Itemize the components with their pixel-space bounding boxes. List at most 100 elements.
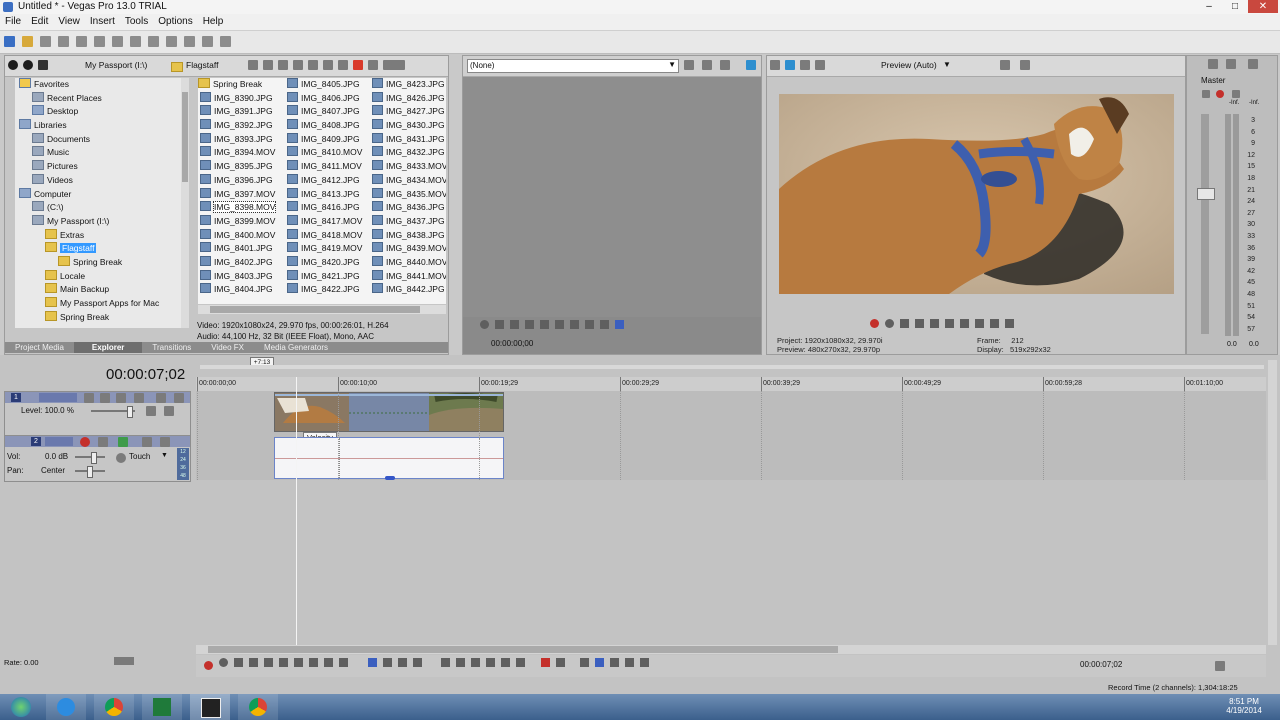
delete-icon[interactable] — [441, 658, 451, 667]
file-item[interactable]: IMG_8408.JPG — [285, 119, 371, 133]
automation-touch-icon[interactable] — [116, 453, 126, 463]
trimmer-close-icon[interactable] — [720, 60, 730, 70]
forward-icon[interactable] — [23, 60, 33, 70]
pause-icon[interactable] — [525, 320, 534, 330]
tree-item[interactable]: My Passport (I:\) — [15, 214, 181, 229]
go-to-start-icon[interactable] — [294, 658, 303, 667]
loop-playback-icon[interactable] — [219, 658, 228, 667]
video-track-solo-icon[interactable] — [174, 393, 184, 403]
loop-icon[interactable] — [480, 320, 489, 330]
video-track-mask-icon[interactable] — [146, 406, 156, 416]
chevron-down-icon[interactable] — [38, 60, 48, 70]
path-folder[interactable]: Flagstaff — [186, 60, 218, 70]
auto-preview-icon[interactable] — [368, 60, 378, 70]
tree-item[interactable]: Main Backup — [15, 283, 181, 297]
play-icon[interactable] — [510, 320, 519, 330]
auto-ripple-icon[interactable] — [610, 658, 620, 667]
tree-item[interactable]: Computer — [15, 187, 181, 202]
file-item[interactable]: IMG_8439.MOV — [370, 242, 446, 256]
file-item[interactable]: IMG_8399.MOV — [198, 214, 284, 229]
chrome-window-icon[interactable] — [238, 694, 278, 720]
marker-bar[interactable] — [200, 365, 1264, 369]
next-frame-icon[interactable] — [570, 320, 579, 330]
file-item[interactable]: IMG_8435.MOV — [370, 187, 446, 202]
file-item[interactable]: IMG_8416.JPG — [285, 201, 371, 215]
tab-media-generators[interactable]: Media Generators — [254, 342, 338, 353]
add-to-favorites-icon[interactable] — [308, 60, 318, 70]
pause-icon[interactable] — [264, 658, 273, 667]
file-item[interactable]: IMG_8419.MOV — [285, 242, 371, 256]
tree-item[interactable]: Extras — [15, 228, 181, 243]
master-fader-track[interactable] — [1201, 114, 1209, 334]
save-as-icon[interactable] — [58, 36, 69, 47]
file-item[interactable]: IMG_8420.JPG — [285, 255, 371, 270]
new-folder-icon[interactable] — [293, 60, 303, 70]
overlays-icon[interactable] — [815, 60, 825, 70]
file-item[interactable]: IMG_8437.JPG — [370, 214, 446, 229]
tree-item[interactable]: Spring Break — [15, 255, 181, 270]
timeline-empty-area[interactable] — [196, 480, 1266, 648]
file-item[interactable]: IMG_8413.JPG — [285, 187, 371, 202]
record-icon[interactable] — [870, 319, 879, 329]
file-item[interactable]: IMG_8434.MOV — [370, 173, 446, 188]
audio-pan-slider[interactable] — [75, 466, 105, 478]
back-icon[interactable] — [8, 60, 18, 70]
record-icon[interactable] — [204, 661, 213, 670]
envelope-tool-icon[interactable] — [382, 658, 392, 667]
normal-edit-tool-icon[interactable] — [367, 658, 377, 667]
timeline-vertical-scrollbar[interactable] — [1268, 360, 1277, 645]
menu-help[interactable]: Help — [198, 14, 229, 30]
file-item[interactable]: IMG_8430.JPG — [370, 119, 446, 133]
file-item[interactable]: IMG_8432.JPG — [370, 146, 446, 160]
rate-slider[interactable] — [114, 657, 134, 665]
file-item[interactable]: IMG_8422.JPG — [285, 283, 371, 297]
minimize-button[interactable]: – — [1196, 0, 1222, 13]
fast-forward-icon[interactable] — [600, 320, 609, 330]
lock-icon[interactable] — [516, 658, 526, 667]
vegas-pro-taskbar-icon[interactable] — [190, 694, 230, 720]
remove-favorites-icon[interactable] — [323, 60, 333, 70]
new-project-icon[interactable] — [4, 36, 15, 47]
file-item[interactable]: IMG_8409.JPG — [285, 132, 371, 147]
arm-for-record-icon[interactable] — [80, 437, 90, 447]
split-icon[interactable] — [501, 658, 511, 667]
tree-item[interactable]: Music — [15, 146, 181, 160]
enable-snapping-icon[interactable] — [202, 36, 213, 47]
next-frame-icon[interactable] — [1005, 319, 1014, 329]
file-item[interactable]: IMG_8421.JPG — [285, 269, 371, 284]
system-tray-icons[interactable] — [1156, 702, 1216, 712]
tree-item[interactable]: Spring Break — [15, 310, 181, 325]
ignore-grouping-icon[interactable] — [640, 658, 650, 667]
enable-snapping-icon[interactable] — [580, 658, 590, 667]
file-item[interactable]: IMG_8396.JPG — [198, 173, 284, 188]
audio-track-invert-icon[interactable] — [98, 437, 108, 447]
master-lock-icon[interactable] — [1232, 90, 1240, 98]
next-frame-icon[interactable] — [339, 658, 348, 667]
file-item[interactable]: IMG_8431.JPG — [370, 132, 446, 147]
tree-item[interactable]: Documents — [15, 132, 181, 147]
trimmer-active-icon[interactable] — [615, 320, 624, 330]
master-menu-icon[interactable] — [1248, 59, 1258, 69]
file-item[interactable]: IMG_8436.JPG — [370, 201, 446, 215]
file-item[interactable]: IMG_8406.JPG — [285, 91, 371, 106]
file-item[interactable]: IMG_8391.JPG — [198, 105, 284, 119]
trim-start-icon[interactable] — [471, 658, 481, 667]
maximize-button[interactable]: □ — [1222, 0, 1248, 13]
zoom-tool-icon[interactable] — [412, 658, 422, 667]
video-track-mute-icon[interactable] — [156, 393, 166, 403]
file-item[interactable]: IMG_8410.MOV — [285, 146, 371, 160]
file-item[interactable]: IMG_8398.MOV — [198, 201, 284, 215]
automation-mode-dropdown[interactable]: Touch — [129, 452, 150, 461]
play-from-start-icon[interactable] — [495, 320, 504, 330]
tree-item[interactable]: (C:\) — [15, 201, 181, 215]
lock-envelopes-icon[interactable] — [625, 658, 635, 667]
refresh-icon[interactable] — [263, 60, 273, 70]
audio-track-name-field[interactable] — [45, 437, 73, 446]
file-item[interactable]: IMG_8427.JPG — [370, 105, 446, 119]
tab-transitions[interactable]: Transitions — [142, 342, 201, 353]
prev-frame-icon[interactable] — [324, 658, 333, 667]
prev-frame-icon[interactable] — [555, 320, 564, 330]
video-track-settings-icon[interactable] — [134, 393, 144, 403]
audio-event[interactable] — [274, 437, 504, 480]
insert-region-icon[interactable] — [555, 658, 565, 667]
